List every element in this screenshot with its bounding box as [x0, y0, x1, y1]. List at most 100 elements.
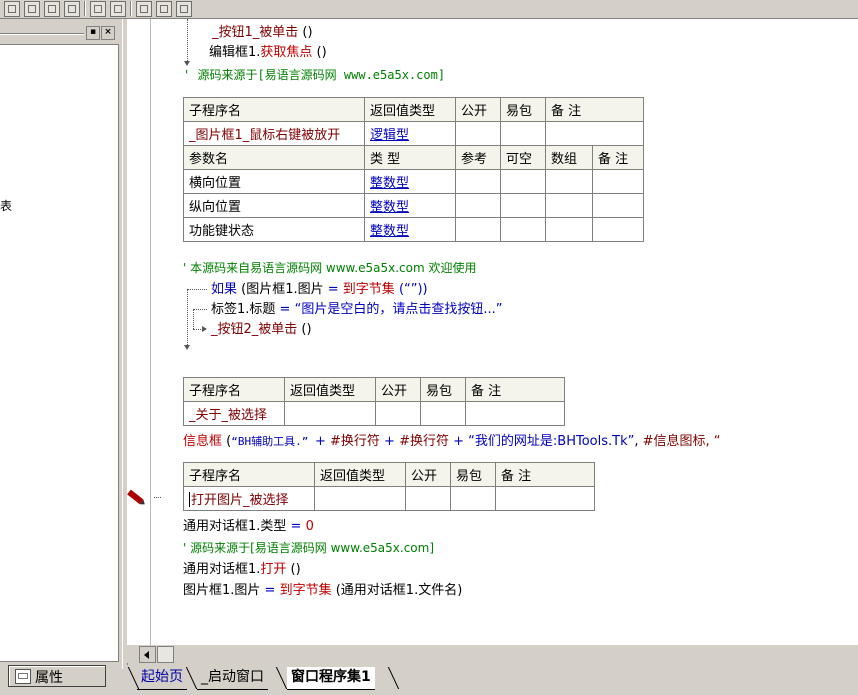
align-grid-icon[interactable] — [4, 1, 20, 17]
subroutine-table-1: 子程序名 返回值类型 公开 易包 备 注 _图片框1_鼠标右键被放开 逻辑型 参… — [183, 97, 644, 242]
param-array[interactable] — [545, 217, 593, 242]
same-height-icon[interactable] — [156, 1, 172, 17]
param-nullable[interactable] — [500, 217, 546, 242]
th-remark: 备 注 — [545, 97, 644, 122]
subroutine-table-2: 子程序名 返回值类型 公开 易包 备 注 _关于_被选择 — [183, 377, 565, 426]
code-line-picture[interactable]: 图片框1.图片 = 到字节集 (通用对话框1.文件名) — [183, 583, 462, 599]
scroll-left-button[interactable] — [139, 646, 156, 663]
comment-line-2[interactable]: ' 本源码来自易语言源码网 www.e5a5x.com 欢迎使用 — [183, 260, 476, 276]
param-name[interactable]: 横向位置 — [183, 169, 365, 194]
param-type[interactable]: 整数型 — [364, 193, 456, 218]
code-editor[interactable]: _按钮1_被单击 () 编辑框1.获取焦点 () ' 源码来源于[易语言源码网 … — [127, 19, 858, 645]
titlebar-grip — [0, 33, 84, 34]
space-vertical-icon[interactable] — [110, 1, 126, 17]
if-line[interactable]: 如果 (图片框1.图片 = 到字节集 (“”)) — [211, 282, 428, 298]
same-size-icon[interactable] — [176, 1, 192, 17]
th-public: 公开 — [455, 97, 501, 122]
param-row[interactable]: 功能键状态 整数型 — [183, 217, 644, 242]
tab-startup-window[interactable]: _启动窗口 — [197, 667, 268, 690]
left-panel-content: 表 — [0, 44, 119, 662]
align-bottom-icon[interactable] — [64, 1, 80, 17]
line-gutter — [127, 19, 151, 645]
toolbar — [0, 0, 858, 19]
tab-window-module-1[interactable]: 窗口程序集1 — [287, 667, 375, 690]
space-horizontal-icon[interactable] — [90, 1, 106, 17]
cell-public[interactable] — [405, 486, 451, 511]
param-type[interactable]: 整数型 — [364, 169, 456, 194]
param-nullable[interactable] — [500, 169, 546, 194]
param-name[interactable]: 功能键状态 — [183, 217, 365, 242]
param-array[interactable] — [545, 193, 593, 218]
param-array[interactable] — [545, 169, 593, 194]
same-width-icon[interactable] — [136, 1, 152, 17]
property-tab-label: 属性 — [35, 670, 63, 686]
th-sub-name: 子程序名 — [183, 377, 285, 402]
cell-sub-name[interactable]: _关于_被选择 — [183, 401, 285, 426]
code-line-1[interactable]: _按钮1_被单击 () — [212, 25, 313, 41]
th-return-type: 返回值类型 — [284, 377, 376, 402]
cell-remark[interactable] — [495, 486, 595, 511]
align-center-icon[interactable] — [24, 1, 40, 17]
th-public: 公开 — [375, 377, 421, 402]
cell-public[interactable] — [375, 401, 421, 426]
param-row[interactable]: 横向位置 整数型 — [183, 169, 644, 194]
close-button[interactable]: × — [101, 26, 115, 40]
th-param-type: 类 型 — [364, 145, 456, 170]
th-return-type: 返回值类型 — [314, 462, 406, 487]
tab-divider — [387, 667, 401, 689]
pencil-icon — [127, 489, 144, 505]
cell-public[interactable] — [455, 121, 501, 146]
cell-remark[interactable] — [545, 121, 644, 146]
comment-line-3[interactable]: ' 源码来源于[易语言源码网 www.e5a5x.com] — [183, 540, 434, 556]
toolbar-separator — [84, 1, 85, 16]
label-assign-line[interactable]: 标签1.标题 = “图片是空白的，请点击查找按钮...” — [211, 302, 502, 318]
param-name[interactable]: 纵向位置 — [183, 193, 365, 218]
msgbox-line[interactable]: 信息框 (“BH辅助工具.” + #换行符 + #换行符 + “我们的网址是:B… — [183, 434, 721, 450]
cell-easy-pack[interactable] — [420, 401, 466, 426]
cell-easy-pack[interactable] — [500, 121, 546, 146]
arrow-left-icon — [144, 651, 149, 659]
code-line-2[interactable]: 编辑框1.获取焦点 () — [209, 45, 327, 61]
param-remark[interactable] — [592, 169, 644, 194]
cell-return-type[interactable] — [284, 401, 376, 426]
code-line-open[interactable]: 通用对话框1.打开 () — [183, 562, 301, 578]
horizontal-scrollbar[interactable] — [127, 645, 858, 663]
th-return-type: 返回值类型 — [364, 97, 456, 122]
flow-line — [187, 289, 207, 290]
cell-sub-name[interactable]: _图片框1_鼠标右键被放开 — [183, 121, 365, 146]
cell-return-type[interactable]: 逻辑型 — [364, 121, 456, 146]
param-ref[interactable] — [455, 217, 501, 242]
param-type[interactable]: 整数型 — [364, 217, 456, 242]
left-panel: ▪ × 表 属性 — [0, 19, 122, 687]
comment-line-1[interactable]: ' 源码来源于[易语言源码网 www.e5a5x.com] — [183, 67, 445, 83]
toolbar-separator — [130, 1, 131, 16]
tab-start-page[interactable]: 起始页 — [137, 667, 187, 690]
align-top-icon[interactable] — [44, 1, 60, 17]
param-nullable[interactable] — [500, 193, 546, 218]
th-sub-name: 子程序名 — [183, 462, 315, 487]
restore-button[interactable]: ▪ — [86, 26, 100, 40]
th-sub-name: 子程序名 — [183, 97, 365, 122]
param-ref[interactable] — [455, 193, 501, 218]
th-easy-pack: 易包 — [450, 462, 496, 487]
th-param-ref: 参考 — [455, 145, 501, 170]
cell-easy-pack[interactable] — [450, 486, 496, 511]
param-ref[interactable] — [455, 169, 501, 194]
properties-icon — [15, 669, 31, 684]
th-remark: 备 注 — [465, 377, 565, 402]
th-param-nullable: 可空 — [500, 145, 546, 170]
cell-return-type[interactable] — [314, 486, 406, 511]
param-remark[interactable] — [592, 217, 644, 242]
code-line-type[interactable]: 通用对话框1.类型 = 0 — [183, 519, 314, 535]
property-tab[interactable]: 属性 — [8, 665, 106, 687]
current-line-marker — [154, 497, 161, 498]
th-remark: 备 注 — [495, 462, 595, 487]
th-param-name: 参数名 — [183, 145, 365, 170]
cell-remark[interactable] — [465, 401, 565, 426]
cell-sub-name[interactable]: 打开图片_被选择 — [183, 486, 315, 511]
param-remark[interactable] — [592, 193, 644, 218]
flow-arrow-icon — [184, 61, 190, 66]
scroll-track[interactable] — [157, 646, 174, 663]
call-line[interactable]: _按钮2_被单击 () — [211, 322, 312, 338]
param-row[interactable]: 纵向位置 整数型 — [183, 193, 644, 218]
